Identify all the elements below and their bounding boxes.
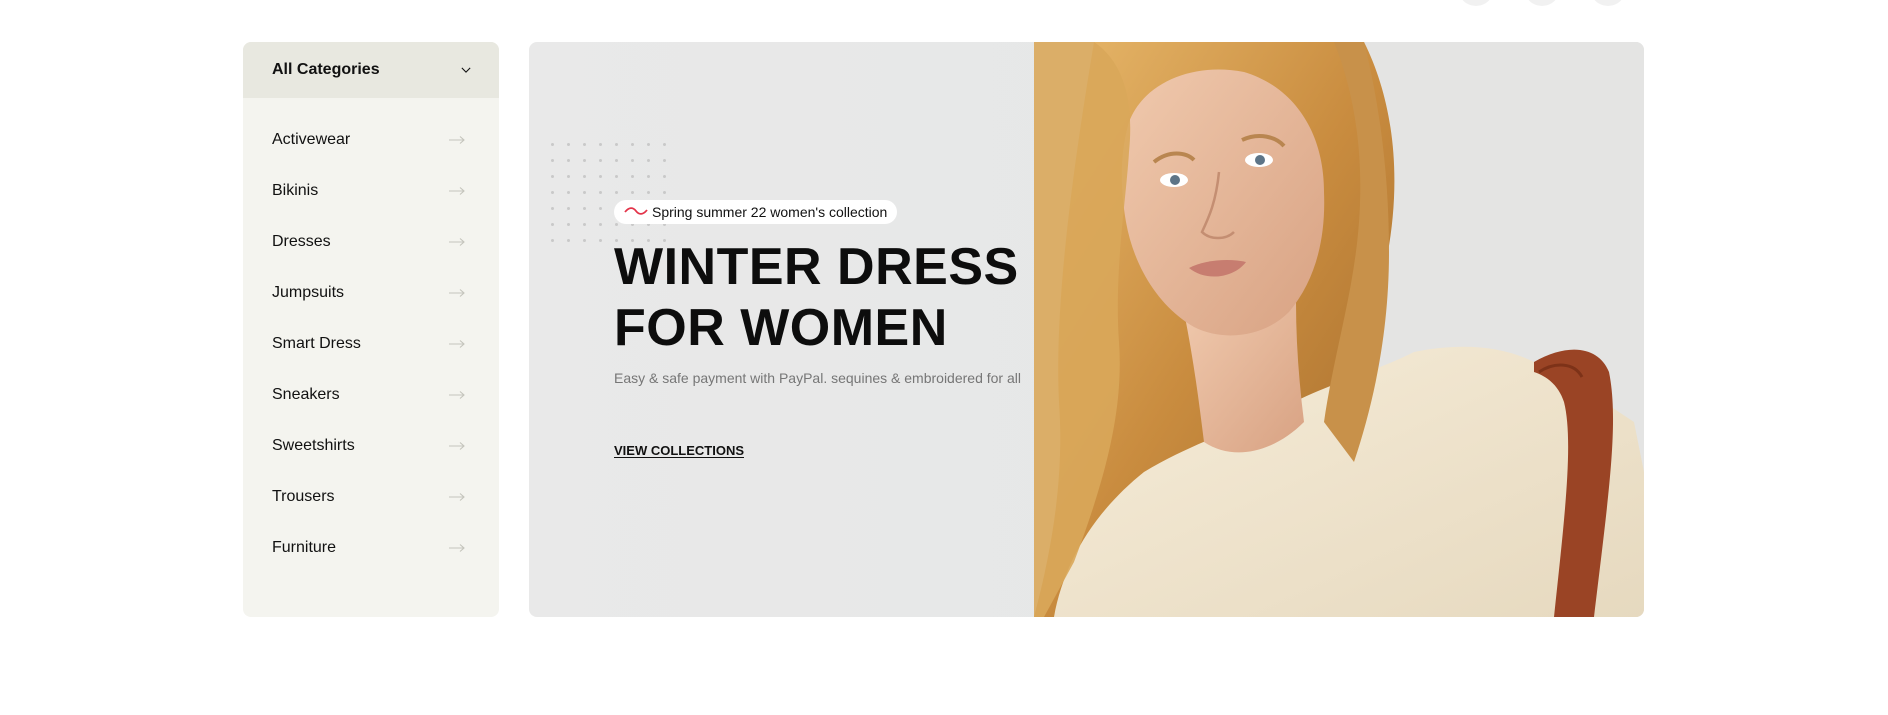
woman-model-photo [1034,42,1644,617]
sidebar-item-trousers[interactable]: Trousers [243,471,499,522]
arrow-right-icon [448,390,466,400]
category-sidebar: All Categories Activewear Bikinis Dresse… [243,42,499,617]
all-categories-dropdown[interactable]: All Categories [243,42,499,98]
arrow-right-icon [448,135,466,145]
category-list: Activewear Bikinis Dresses Jumpsuits Sma… [243,98,499,573]
arrow-right-icon [448,186,466,196]
sidebar-item-dresses[interactable]: Dresses [243,216,499,267]
arrow-right-icon [448,288,466,298]
chevron-down-icon [461,65,471,75]
arrow-right-icon [448,543,466,553]
badge-text: Spring summer 22 women's collection [652,204,888,220]
wave-icon [624,203,648,221]
sidebar-item-sneakers[interactable]: Sneakers [243,369,499,420]
sidebar-item-sweetshirts[interactable]: Sweetshirts [243,420,499,471]
arrow-right-icon [448,339,466,349]
hero-subtext: Easy & safe payment with PayPal. sequine… [614,370,1021,386]
sidebar-item-furniture[interactable]: Furniture [243,522,499,573]
header-icon-circle[interactable] [1458,0,1494,6]
sidebar-item-bikinis[interactable]: Bikinis [243,165,499,216]
hero-headline: WINTER DRESS FOR WOMEN [614,237,1019,359]
sidebar-item-label: Sweetshirts [272,436,355,454]
arrow-right-icon [448,492,466,502]
sidebar-item-jumpsuits[interactable]: Jumpsuits [243,267,499,318]
sidebar-item-label: Activewear [272,130,351,148]
sidebar-item-label: Smart Dress [272,334,361,352]
headline-line-1: WINTER DRESS [614,238,1019,296]
header-icon-circle[interactable] [1524,0,1560,6]
sidebar-item-label: Dresses [272,232,331,250]
view-collections-link[interactable]: VIEW COLLECTIONS [614,443,744,458]
header-icon-circle[interactable] [1590,0,1626,6]
hero-banner: Spring summer 22 women's collection WINT… [529,42,1644,617]
sidebar-item-label: Furniture [272,538,337,556]
sidebar-item-label: Sneakers [272,385,340,403]
arrow-right-icon [448,237,466,247]
sidebar-item-label: Trousers [272,487,335,505]
sidebar-item-activewear[interactable]: Activewear [243,114,499,165]
collection-badge: Spring summer 22 women's collection [614,200,898,224]
sidebar-item-label: Bikinis [272,181,319,199]
sidebar-item-label: Jumpsuits [272,283,345,301]
sidebar-title: All Categories [272,61,380,78]
sidebar-item-smart-dress[interactable]: Smart Dress [243,318,499,369]
arrow-right-icon [448,441,466,451]
headline-line-2: FOR WOMEN [614,299,948,357]
